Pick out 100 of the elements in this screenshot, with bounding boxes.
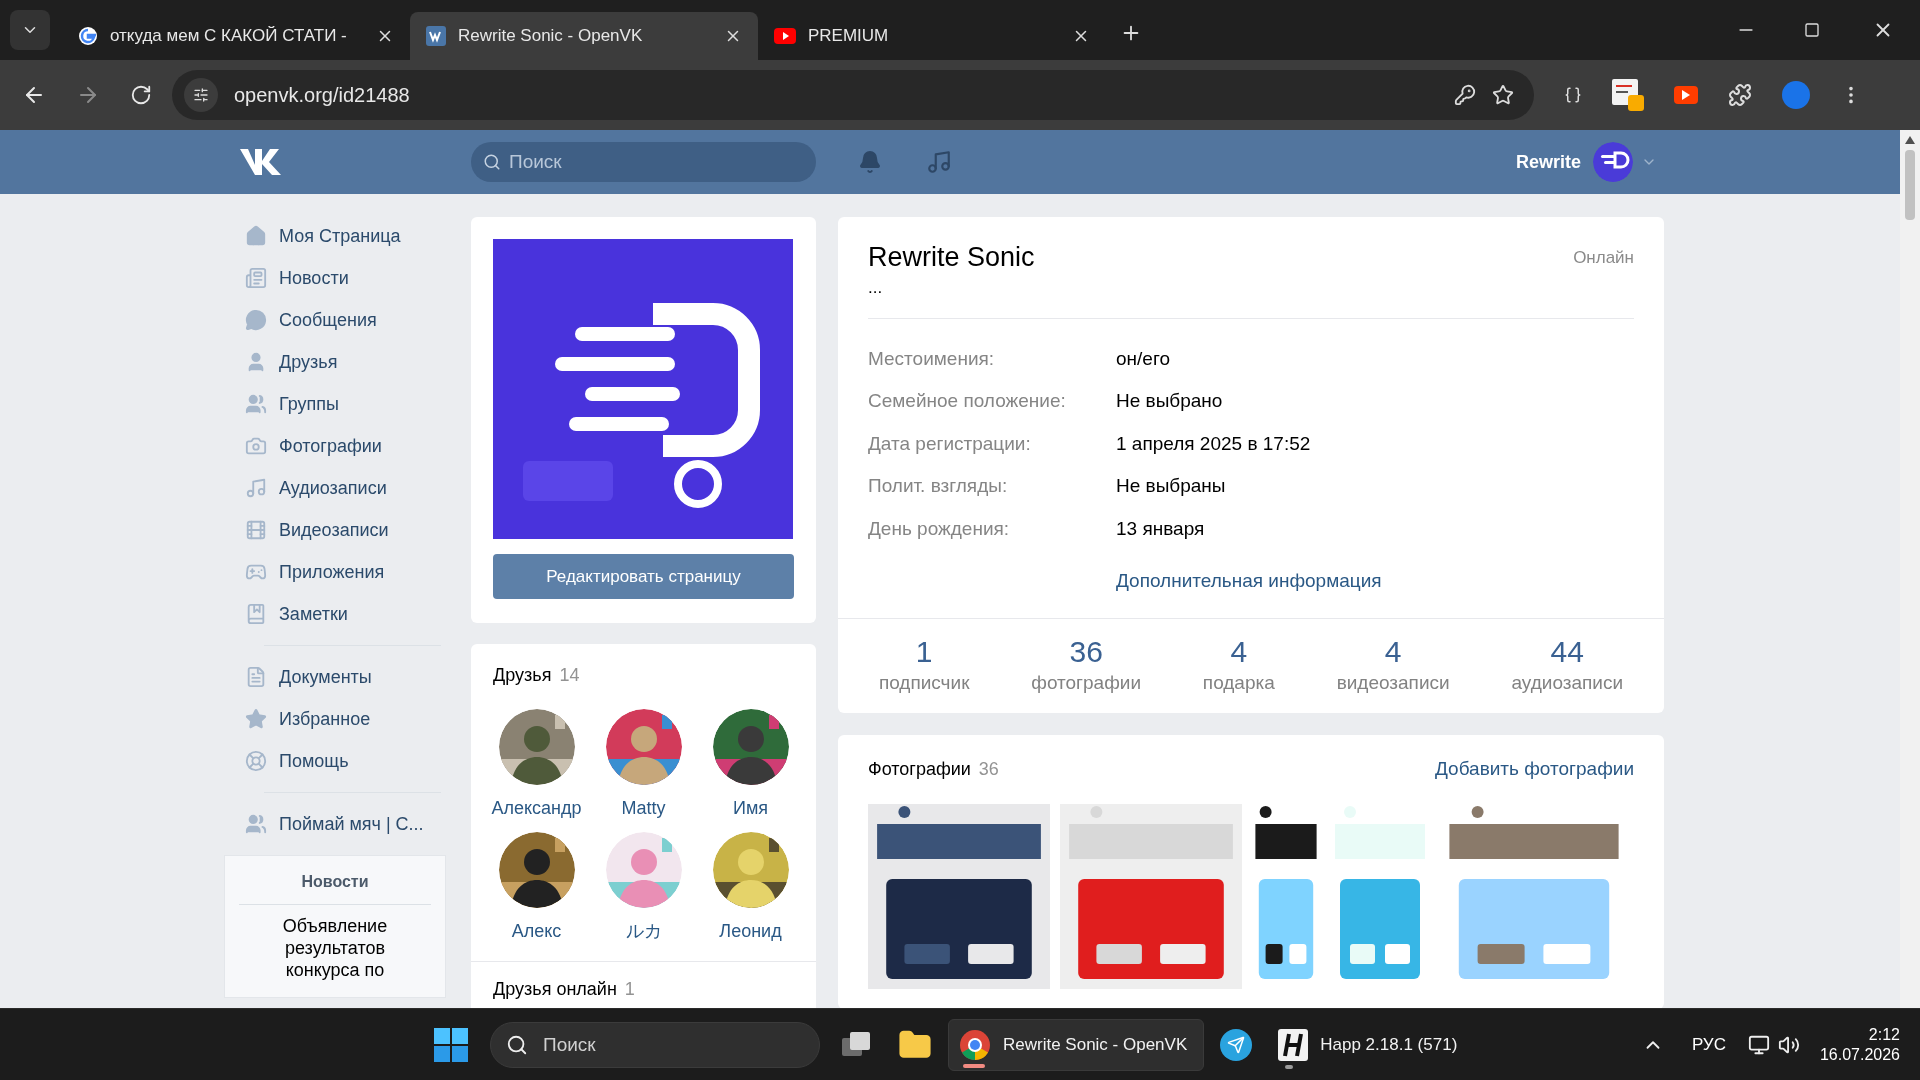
people-icon bbox=[245, 813, 267, 835]
section-title[interactable]: Фотографии bbox=[868, 756, 971, 783]
braces-icon[interactable] bbox=[1564, 86, 1582, 104]
info-label: Семейное положение: bbox=[868, 389, 1067, 413]
search-icon bbox=[483, 153, 501, 171]
info-value: 1 апреля 2025 в 17:52 bbox=[1116, 431, 1311, 456]
online-status: Онлайн bbox=[1573, 247, 1634, 269]
friend-name[interactable]: ルカ bbox=[625, 918, 662, 945]
add-photos-link[interactable]: Добавить фотографии bbox=[1435, 755, 1634, 784]
counter-link[interactable]: 44 аудиозаписи bbox=[1511, 634, 1624, 697]
counter-link[interactable]: 4 подарка bbox=[1202, 634, 1275, 697]
sidebar-item[interactable]: Приложения bbox=[235, 551, 441, 593]
sidebar-item[interactable]: Группы bbox=[235, 383, 441, 425]
info-value: Не выбрано bbox=[1116, 389, 1223, 413]
monitor-icon[interactable] bbox=[1747, 1033, 1770, 1056]
star-icon[interactable] bbox=[1492, 84, 1514, 106]
news-text[interactable]: Объявление результатов конкурса по bbox=[239, 915, 431, 981]
user-name[interactable]: Rewrite bbox=[1515, 148, 1581, 176]
sidebar-item[interactable]: Фотографии bbox=[235, 425, 441, 467]
browser-tab[interactable]: откуда мем С КАКОЙ СТАТИ - bbox=[62, 12, 410, 60]
clock[interactable]: 2:12 16.07.2026 bbox=[1819, 1024, 1900, 1065]
tab-title: PREMIUM bbox=[808, 25, 890, 48]
sidebar-item[interactable]: Моя Страница bbox=[235, 215, 441, 257]
music-note-icon bbox=[245, 477, 267, 499]
browser-tab[interactable]: Rewrite Sonic - OpenVK bbox=[410, 12, 758, 60]
search-icon bbox=[506, 1033, 528, 1056]
sidebar-item[interactable]: Друзья bbox=[235, 341, 441, 383]
friend-item[interactable]: Леонид bbox=[697, 832, 804, 945]
film-icon bbox=[245, 519, 267, 541]
list-icon[interactable] bbox=[1612, 79, 1644, 111]
photos-count: 36 bbox=[978, 758, 999, 781]
url-text: openvk.org/id21488 bbox=[234, 83, 411, 108]
search-field[interactable]: Поиск bbox=[471, 142, 816, 182]
section-title[interactable]: Друзья bbox=[493, 662, 552, 689]
profile-name: Rewrite Sonic bbox=[868, 241, 1035, 274]
lifebuoy-icon bbox=[245, 750, 267, 772]
windows-icon[interactable] bbox=[434, 1027, 468, 1062]
sidebar-item[interactable]: Видеозаписи bbox=[235, 509, 441, 551]
youtube-icon bbox=[774, 28, 796, 44]
sidebar-item[interactable]: Заметки bbox=[235, 593, 441, 635]
scroll-up-arrow-icon[interactable] bbox=[1905, 136, 1915, 144]
sidebar-item[interactable]: Аудиозаписи bbox=[235, 467, 441, 509]
section-title[interactable]: Друзья онлайн bbox=[493, 976, 617, 1003]
happ-icon bbox=[1278, 1028, 1309, 1061]
edit-page-button[interactable]: Редактировать страницу bbox=[493, 554, 794, 599]
sidebar-item[interactable]: Помощь bbox=[235, 740, 441, 782]
task-view-icon bbox=[842, 1031, 872, 1058]
friend-item[interactable]: Matty bbox=[590, 709, 697, 822]
friend-name[interactable]: Александр bbox=[491, 795, 582, 822]
friend-name[interactable]: Имя bbox=[732, 795, 769, 822]
address-bar[interactable]: openvk.org/id21488 bbox=[172, 70, 1534, 120]
friend-item[interactable]: Александр bbox=[483, 709, 590, 822]
friends-count: 14 bbox=[559, 664, 580, 687]
friend-item[interactable]: Имя bbox=[697, 709, 804, 822]
scrollbar[interactable] bbox=[1900, 130, 1920, 1008]
site-settings-icon[interactable] bbox=[184, 78, 218, 112]
chrome-icon bbox=[959, 1028, 991, 1061]
sidebar-item[interactable]: Избранное bbox=[235, 698, 441, 740]
tab-title: откуда мем С КАКОЙ СТАТИ - bbox=[110, 25, 348, 48]
friend-item[interactable]: ルカ bbox=[590, 832, 697, 945]
info-label: Полит. взгляды: bbox=[868, 474, 1009, 498]
friend-name[interactable]: Леонид bbox=[719, 918, 782, 945]
tab-title: Rewrite Sonic - OpenVK bbox=[458, 25, 644, 48]
widget-title: Новости bbox=[301, 872, 369, 892]
taskbar-app[interactable]: Rewrite Sonic - OpenVK bbox=[948, 1018, 1205, 1071]
vk-icon bbox=[426, 26, 446, 46]
counter-link[interactable]: 36 фотографии bbox=[1031, 634, 1142, 697]
home-icon bbox=[245, 225, 267, 247]
book-icon bbox=[245, 603, 267, 625]
reload-icon[interactable] bbox=[130, 84, 152, 106]
play-icon[interactable] bbox=[1674, 86, 1698, 104]
camera-icon bbox=[245, 435, 267, 457]
speech-bubble-icon bbox=[245, 309, 267, 331]
puzzle-icon[interactable] bbox=[1728, 83, 1752, 107]
counter-link[interactable]: 1 подписчик bbox=[878, 634, 970, 697]
sidebar-item[interactable]: Сообщения bbox=[235, 299, 441, 341]
more-info-link[interactable]: Дополнительная информация bbox=[1116, 570, 1382, 591]
friend-item[interactable]: Алекс bbox=[483, 832, 590, 945]
info-value: 13 января bbox=[1116, 516, 1205, 541]
document-icon bbox=[245, 666, 267, 688]
status-text: ... bbox=[868, 277, 884, 299]
telegram-icon bbox=[1220, 1028, 1253, 1061]
taskbar-search-field[interactable]: Поиск bbox=[490, 1021, 820, 1068]
friend-name[interactable]: Алекс bbox=[511, 918, 562, 945]
taskbar-app[interactable]: Happ 2.18.1 (571) bbox=[1268, 1018, 1474, 1071]
star-icon bbox=[245, 708, 267, 730]
google-icon bbox=[78, 26, 98, 46]
sidebar-item[interactable]: Новости bbox=[235, 257, 441, 299]
restore-icon[interactable] bbox=[1804, 22, 1820, 38]
friend-name[interactable]: Matty bbox=[621, 795, 666, 822]
sidebar-item[interactable]: Поймай мяч | С... bbox=[235, 803, 441, 845]
counter-link[interactable]: 4 видеозаписи bbox=[1336, 634, 1450, 697]
browser-tab[interactable]: PREMIUM bbox=[758, 12, 1106, 60]
profile-avatar[interactable] bbox=[1782, 81, 1810, 109]
info-value: он/его bbox=[1116, 346, 1170, 371]
scroll-thumb[interactable] bbox=[1905, 150, 1915, 220]
language-indicator[interactable]: РУС bbox=[1691, 1031, 1726, 1058]
info-label: Местоимения: bbox=[868, 346, 996, 371]
key-icon[interactable] bbox=[1454, 84, 1476, 106]
sidebar-item[interactable]: Документы bbox=[235, 656, 441, 698]
